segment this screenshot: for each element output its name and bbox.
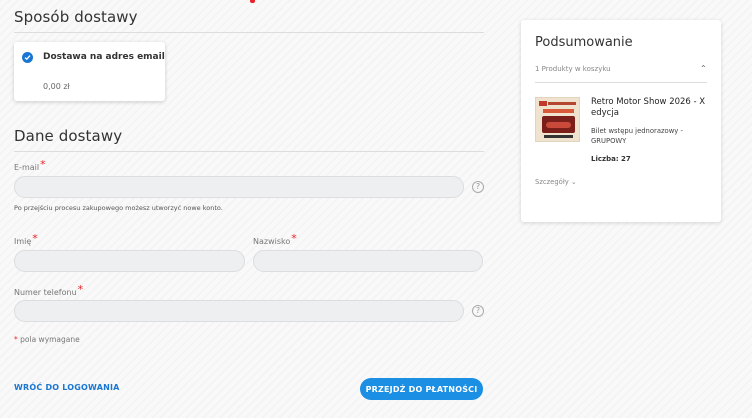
details-label: Szczegóły <box>535 178 569 186</box>
required-note-text: pola wymagane <box>20 335 80 344</box>
summary-divider <box>535 82 707 83</box>
shipping-data-section: Dane dostawy <box>14 127 484 152</box>
product-thumbnail <box>535 97 580 142</box>
help-icon[interactable]: ? <box>472 305 484 317</box>
proceed-to-payment-button[interactable]: PRZEJDŹ DO PŁATNOŚCI <box>360 378 483 400</box>
order-summary-panel: Podsumowanie 1 Produkty w koszyku ⌃ Retr… <box>521 20 721 222</box>
product-quantity: Liczba: 27 <box>591 155 631 163</box>
email-hint: Po przejściu procesu zakupowego możesz u… <box>14 204 223 212</box>
last-name-field[interactable] <box>253 250 483 272</box>
cart-count: 1 Produkty w koszyku <box>535 65 611 73</box>
required-star: * <box>32 232 38 245</box>
phone-label: Numer telefonu* <box>14 283 84 298</box>
delivery-option-name: Dostawa na adres email <box>43 52 165 62</box>
top-accent-mark <box>250 0 255 3</box>
phone-field[interactable] <box>14 300 464 322</box>
required-fields-note: * pola wymagane <box>14 335 80 344</box>
first-name-label-text: Imię <box>14 237 32 246</box>
chevron-down-icon: ⌄ <box>570 178 577 186</box>
details-toggle[interactable]: Szczegóły ⌄ <box>535 178 577 186</box>
phone-label-text: Numer telefonu <box>14 288 77 297</box>
last-name-label: Nazwisko* <box>253 232 297 247</box>
back-to-login-link[interactable]: WRÓĆ DO LOGOWANIA <box>14 383 120 392</box>
summary-title: Podsumowanie <box>535 35 633 50</box>
first-name-field[interactable] <box>14 250 245 272</box>
chevron-up-icon[interactable]: ⌃ <box>700 64 707 73</box>
delivery-option-price: 0,00 zł <box>43 82 70 91</box>
first-name-label: Imię* <box>14 232 38 247</box>
required-star: * <box>14 335 18 344</box>
check-circle-icon[interactable] <box>22 52 33 63</box>
email-label-text: E-mail <box>14 163 40 172</box>
product-name: Retro Motor Show 2026 - X edycja <box>591 97 706 118</box>
shipping-data-title: Dane dostawy <box>14 127 484 152</box>
delivery-section: Sposób dostawy <box>14 8 484 33</box>
product-description: Bilet wstępu jednorazowy - GRUPOWY <box>591 127 683 145</box>
delivery-section-title: Sposób dostawy <box>14 8 484 33</box>
delivery-option-card[interactable]: Dostawa na adres email 0,00 zł <box>14 42 165 101</box>
email-field[interactable] <box>14 176 464 198</box>
last-name-label-text: Nazwisko <box>253 237 291 246</box>
required-star: * <box>40 158 46 171</box>
email-label: E-mail* <box>14 158 46 173</box>
required-star: * <box>291 232 297 245</box>
required-star: * <box>77 283 84 296</box>
help-icon[interactable]: ? <box>472 181 484 193</box>
